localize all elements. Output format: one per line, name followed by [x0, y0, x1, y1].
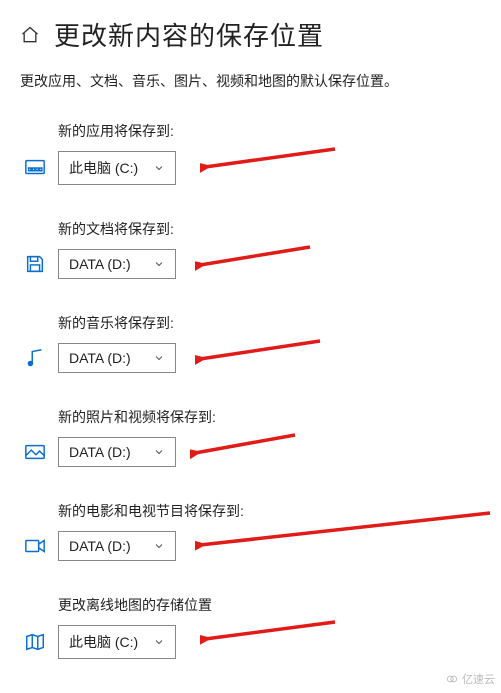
setting-label-apps: 新的应用将保存到:	[58, 121, 481, 141]
watermark: 亿速云	[445, 671, 495, 687]
chevron-down-icon	[153, 540, 165, 552]
setting-label-movies: 新的电影和电视节目将保存到:	[58, 501, 481, 521]
setting-maps: 更改离线地图的存储位置 此电脑 (C:)	[20, 595, 481, 659]
music-select-value: DATA (D:)	[69, 350, 131, 366]
setting-label-photos: 新的照片和视频将保存到:	[58, 407, 481, 427]
home-icon[interactable]	[20, 25, 40, 45]
setting-label-docs: 新的文档将保存到:	[58, 219, 481, 239]
setting-photos: 新的照片和视频将保存到: DATA (D:)	[20, 407, 481, 467]
image-icon	[24, 441, 46, 463]
watermark-text: 亿速云	[462, 671, 495, 687]
setting-music: 新的音乐将保存到: DATA (D:)	[20, 313, 481, 373]
movies-select-value: DATA (D:)	[69, 538, 131, 554]
docs-select[interactable]: DATA (D:)	[58, 249, 176, 279]
movies-select[interactable]: DATA (D:)	[58, 531, 176, 561]
setting-docs: 新的文档将保存到: DATA (D:)	[20, 219, 481, 279]
setting-movies: 新的电影和电视节目将保存到: DATA (D:)	[20, 501, 481, 561]
setting-label-maps: 更改离线地图的存储位置	[58, 595, 481, 615]
chevron-down-icon	[153, 258, 165, 270]
map-icon	[24, 631, 46, 653]
photos-select[interactable]: DATA (D:)	[58, 437, 176, 467]
page-subtitle: 更改应用、文档、音乐、图片、视频和地图的默认保存位置。	[20, 71, 481, 91]
chevron-down-icon	[153, 446, 165, 458]
photos-select-value: DATA (D:)	[69, 444, 131, 460]
music-icon	[24, 347, 46, 369]
docs-select-value: DATA (D:)	[69, 256, 131, 272]
save-icon	[24, 253, 46, 275]
chevron-down-icon	[153, 162, 165, 174]
setting-label-music: 新的音乐将保存到:	[58, 313, 481, 333]
maps-select[interactable]: 此电脑 (C:)	[58, 625, 176, 659]
apps-select[interactable]: 此电脑 (C:)	[58, 151, 176, 185]
setting-apps: 新的应用将保存到: 此电脑 (C:)	[20, 121, 481, 185]
page-title: 更改新内容的保存位置	[54, 16, 324, 53]
apps-select-value: 此电脑 (C:)	[69, 158, 138, 178]
video-icon	[24, 535, 46, 557]
apps-icon	[24, 157, 46, 179]
maps-select-value: 此电脑 (C:)	[69, 632, 138, 652]
chevron-down-icon	[153, 352, 165, 364]
music-select[interactable]: DATA (D:)	[58, 343, 176, 373]
chevron-down-icon	[153, 636, 165, 648]
